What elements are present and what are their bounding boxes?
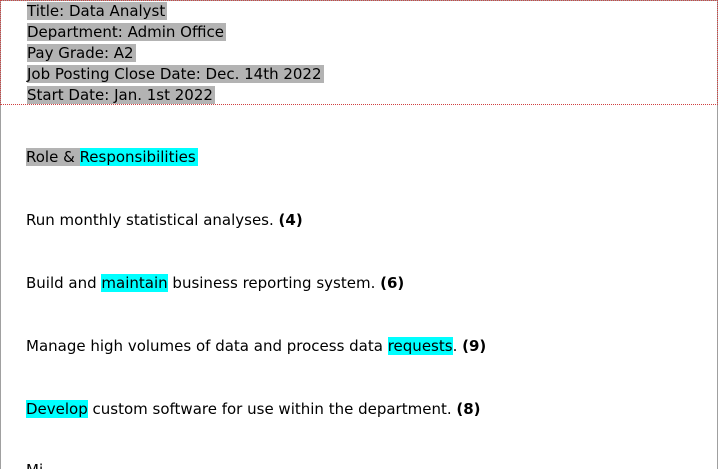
close-date-text: Job Posting Close Date: Dec. 14th 2022: [27, 65, 324, 83]
section-heading-text: Role & Responsibilities: [26, 148, 198, 166]
item-text: Build and: [26, 274, 102, 292]
department-text: Department: Admin Office: [27, 23, 226, 41]
item-count: (6): [380, 274, 405, 292]
item-text-after: .: [452, 337, 463, 355]
responsibility-item-1[interactable]: Run monthly statistical analyses. (4): [26, 210, 303, 231]
item-text-after: business reporting system.: [167, 274, 381, 292]
pay-grade-text: Pay Grade: A2: [27, 44, 136, 62]
item-count: (9): [462, 337, 487, 355]
item-text: Manage high volumes of data and process …: [26, 337, 388, 355]
start-date-text: Start Date: Jan. 1st 2022: [27, 86, 215, 104]
item-highlight: maintain: [101, 274, 168, 292]
section-heading-highlight: Responsibilities: [79, 148, 198, 166]
item-text: Mi: [26, 461, 43, 469]
job-title-line: Title: Data Analyst: [27, 1, 168, 22]
item-text-after: custom software for use within the depar…: [87, 400, 457, 418]
pay-grade-line: Pay Grade: A2: [27, 43, 136, 64]
responsibility-item-2[interactable]: Build and maintain business reporting sy…: [26, 273, 404, 294]
close-date-line: Job Posting Close Date: Dec. 14th 2022: [27, 64, 324, 85]
job-header-block[interactable]: Title: Data Analyst Department: Admin Of…: [0, 0, 718, 105]
responsibility-item-4[interactable]: Develop custom software for use within t…: [26, 399, 481, 420]
start-date-line: Start Date: Jan. 1st 2022: [27, 85, 215, 106]
section-heading[interactable]: Role & Responsibilities: [26, 147, 198, 168]
item-count: (8): [456, 400, 481, 418]
item-highlight: requests: [387, 337, 453, 355]
responsibility-item-3[interactable]: Manage high volumes of data and process …: [26, 336, 486, 357]
job-title-text: Title: Data Analyst: [27, 2, 168, 20]
item-count: (4): [278, 211, 303, 229]
section-heading-prefix: Role &: [26, 148, 80, 166]
responsibility-item-5-partial[interactable]: Mi: [26, 460, 43, 469]
department-line: Department: Admin Office: [27, 22, 226, 43]
item-highlight: Develop: [26, 400, 88, 418]
item-text: Run monthly statistical analyses.: [26, 211, 279, 229]
